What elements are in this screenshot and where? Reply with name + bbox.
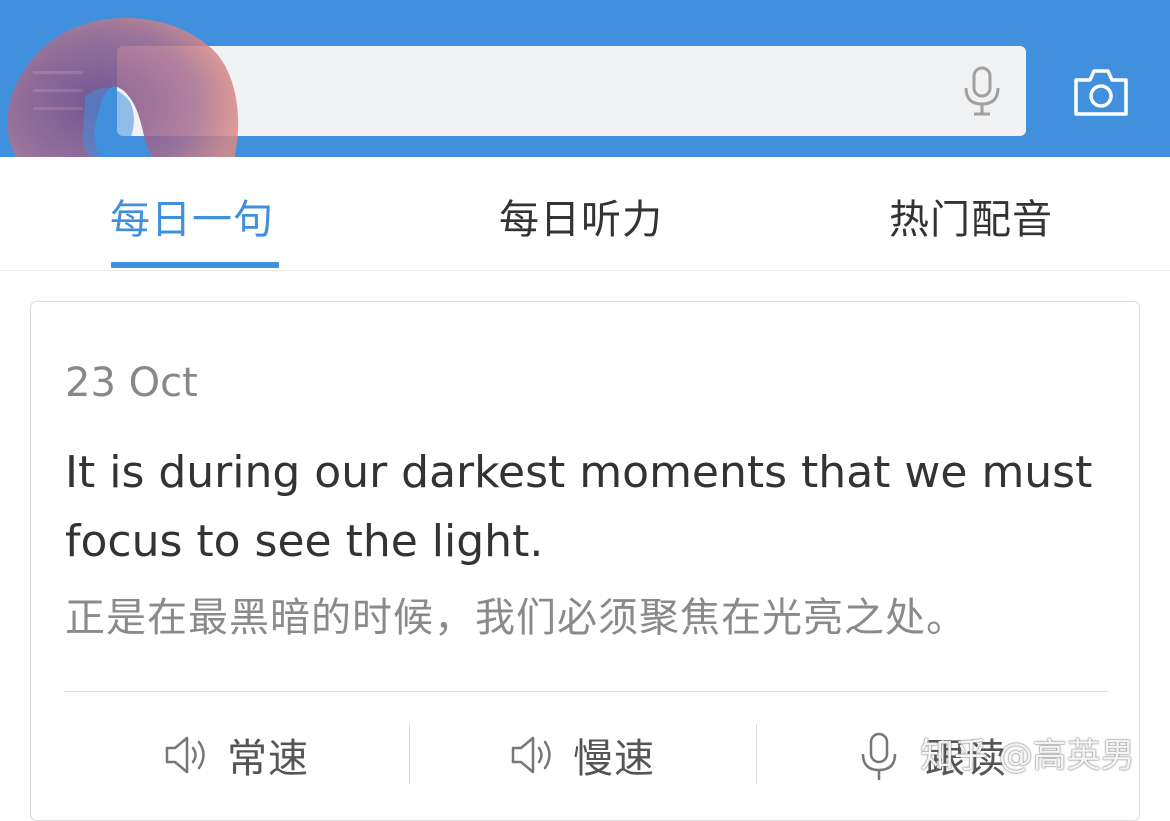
- normal-speed-button[interactable]: 常速: [161, 726, 361, 786]
- action-separator: [756, 724, 757, 784]
- tab-popular-dubbing[interactable]: 热门配音: [889, 187, 1053, 245]
- microphone-icon[interactable]: [955, 64, 1009, 118]
- normal-speed-label: 常速: [227, 736, 309, 782]
- tab-bar: 每日一句 每日听力 热门配音: [0, 157, 1170, 271]
- divider: [64, 691, 1108, 692]
- tab-daily-listening[interactable]: 每日听力: [499, 187, 663, 245]
- search-input[interactable]: [137, 46, 937, 136]
- menu-icon-line: [33, 71, 83, 74]
- top-bar: [0, 0, 1170, 157]
- speaker-icon: [511, 736, 551, 774]
- search-bar[interactable]: [117, 46, 1026, 136]
- camera-icon[interactable]: [1072, 66, 1130, 118]
- menu-icon-line: [33, 89, 83, 92]
- active-tab-indicator: [111, 262, 279, 268]
- tab-daily-sentence[interactable]: 每日一句: [110, 187, 274, 245]
- watermark: 知乎 @高英男: [920, 736, 1135, 776]
- slow-speed-label: 慢速: [573, 736, 655, 782]
- sentence-english[interactable]: It is during our darkest moments that we…: [65, 438, 1105, 576]
- speaker-icon: [165, 736, 205, 774]
- microphone-icon: [861, 732, 897, 780]
- menu-icon-line: [33, 107, 83, 110]
- action-separator: [409, 724, 410, 784]
- menu-button[interactable]: [33, 71, 83, 111]
- sentence-chinese: 正是在最黑暗的时候，我们必须聚焦在光亮之处。: [65, 595, 967, 641]
- slow-speed-button[interactable]: 慢速: [507, 726, 707, 786]
- card-date: 23 Oct: [65, 360, 198, 406]
